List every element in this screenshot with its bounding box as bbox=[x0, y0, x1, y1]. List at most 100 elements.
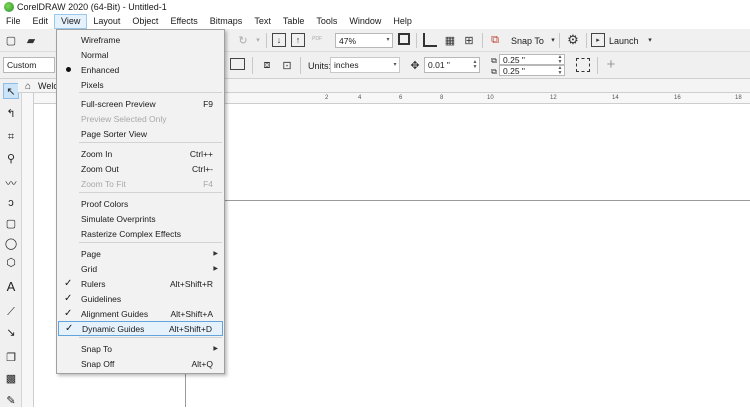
duplicate-distance-x-field[interactable]: 0.25 " ▲ ▼ bbox=[499, 54, 565, 65]
menu-effects[interactable]: Effects bbox=[164, 14, 203, 29]
menu-table[interactable]: Table bbox=[277, 14, 311, 29]
launch-dropdown-icon[interactable]: ▾ bbox=[643, 33, 657, 47]
artistic-media-tool-icon[interactable]: ↄ bbox=[3, 195, 19, 211]
menu-item-shortcut: Alt+Shift+D bbox=[169, 323, 212, 334]
units-value: inches bbox=[334, 60, 359, 70]
menu-item-shortcut: F4 bbox=[203, 178, 213, 189]
add-page-plus-icon[interactable]: + bbox=[604, 56, 618, 73]
nudge-spinner-icon[interactable]: ▲ ▼ bbox=[471, 58, 479, 72]
view-menu-item-zoom-to-fit[interactable]: Zoom To Fit F4 bbox=[58, 176, 223, 191]
view-menu-item-pixels[interactable]: Pixels bbox=[58, 77, 223, 92]
ellipse-tool-icon[interactable]: ◯ bbox=[3, 235, 19, 251]
menu-view[interactable]: View bbox=[54, 14, 88, 29]
submenu-arrow-icon: ▶ bbox=[213, 251, 218, 257]
menu-item-label: Dynamic Guides bbox=[82, 323, 145, 334]
crop-tool-icon[interactable]: ⌗ bbox=[3, 129, 19, 145]
units-dropdown-icon[interactable]: ▾ bbox=[391, 58, 399, 72]
home-icon[interactable]: ⌂ bbox=[21, 79, 35, 93]
parallel-dimension-tool-icon[interactable]: ⟋ bbox=[3, 304, 19, 320]
menu-tools[interactable]: Tools bbox=[310, 14, 343, 29]
view-menu-item-proof-colors[interactable]: Proof Colors bbox=[58, 196, 223, 211]
units-select[interactable]: inches ▾ bbox=[330, 57, 400, 73]
ruler-tick-label: 18 bbox=[735, 95, 742, 101]
new-document-icon[interactable]: ▢ bbox=[4, 33, 18, 47]
menu-item-label: Normal bbox=[81, 49, 109, 60]
publish-pdf-icon[interactable]: PDF bbox=[310, 32, 324, 46]
launch-label[interactable]: Launch bbox=[609, 36, 639, 46]
menu-bitmaps[interactable]: Bitmaps bbox=[204, 14, 249, 29]
show-grid-icon[interactable]: ▦ bbox=[443, 33, 457, 47]
view-menu-item-preview-selected-only[interactable]: Preview Selected Only bbox=[58, 111, 223, 126]
drop-shadow-tool-icon[interactable]: ❐ bbox=[3, 349, 19, 365]
eyedropper-tool-icon[interactable]: ✎ bbox=[3, 392, 19, 408]
redo-icon[interactable]: ↻ bbox=[236, 33, 250, 47]
view-menu-item-dynamic-guides[interactable]: ✓ Dynamic Guides Alt+Shift+D bbox=[58, 321, 223, 336]
duplicate-distance-y-field[interactable]: 0.25 " ▲ ▼ bbox=[499, 65, 565, 76]
menu-separator bbox=[79, 142, 222, 143]
view-menu-item-wireframe[interactable]: Wireframe bbox=[58, 32, 223, 47]
nudge-distance-field[interactable]: 0.01 " ▲ ▼ bbox=[424, 57, 480, 73]
view-menu-item-guidelines[interactable]: ✓ Guidelines bbox=[58, 291, 223, 306]
view-menu-item-rulers[interactable]: ✓ Rulers Alt+Shift+R bbox=[58, 276, 223, 291]
transparency-tool-icon[interactable]: ▩ bbox=[3, 370, 19, 386]
duplicate-x-spinner-icon[interactable]: ▲ ▼ bbox=[556, 54, 564, 64]
view-menu-item-rasterize-complex-effects[interactable]: Rasterize Complex Effects bbox=[58, 226, 223, 241]
snap-to-icon[interactable]: ⧉ bbox=[488, 33, 502, 47]
vertical-ruler[interactable] bbox=[22, 93, 34, 407]
rectangle-tool-icon[interactable]: ▢ bbox=[3, 215, 19, 231]
view-menu-item-zoom-out[interactable]: Zoom Out Ctrl+- bbox=[58, 161, 223, 176]
view-menu-item-snap-off[interactable]: Snap Off Alt+Q bbox=[58, 356, 223, 371]
menu-file[interactable]: File bbox=[0, 14, 27, 29]
menu-help[interactable]: Help bbox=[387, 14, 418, 29]
all-pages-icon[interactable]: ⧈ bbox=[260, 58, 274, 72]
menu-item-label: Full-screen Preview bbox=[81, 98, 156, 109]
view-menu-item-enhanced[interactable]: Enhanced bbox=[58, 62, 223, 77]
view-menu-item-alignment-guides[interactable]: ✓ Alignment Guides Alt+Shift+A bbox=[58, 306, 223, 321]
menu-text[interactable]: Text bbox=[248, 14, 277, 29]
settings-gear-icon[interactable]: ⚙ bbox=[566, 32, 580, 47]
welcome-tab[interactable]: Welc bbox=[38, 81, 58, 91]
view-menu-dropdown: Wireframe Normal Enhanced Pixels Full-screen… bbox=[56, 29, 225, 374]
page-preset-select[interactable]: Custom bbox=[3, 57, 55, 73]
view-menu-item-grid[interactable]: Grid ▶ bbox=[58, 261, 223, 276]
zoom-fit-icon[interactable] bbox=[398, 33, 410, 45]
open-folder-icon[interactable]: ▰ bbox=[24, 33, 38, 47]
show-rulers-icon[interactable] bbox=[423, 33, 437, 47]
current-page-icon[interactable]: ⊡ bbox=[280, 58, 294, 72]
checkmark-icon: ✓ bbox=[64, 293, 73, 304]
freehand-tool-icon[interactable]: 〰 bbox=[3, 175, 19, 191]
show-guidelines-icon[interactable]: ⊞ bbox=[462, 33, 476, 47]
view-menu-item-simulate-overprints[interactable]: Simulate Overprints bbox=[58, 211, 223, 226]
menu-window[interactable]: Window bbox=[343, 14, 387, 29]
menu-item-label: Guidelines bbox=[81, 293, 122, 304]
view-menu-item-normal[interactable]: Normal bbox=[58, 47, 223, 62]
view-menu-item-page[interactable]: Page ▶ bbox=[58, 246, 223, 261]
menu-edit[interactable]: Edit bbox=[27, 14, 55, 29]
duplicate-y-spinner-icon[interactable]: ▲ ▼ bbox=[556, 65, 564, 75]
snap-to-dropdown-icon[interactable]: ▾ bbox=[546, 33, 560, 47]
polygon-tool-icon[interactable]: ⬡ bbox=[3, 254, 19, 270]
menu-layout[interactable]: Layout bbox=[87, 14, 126, 29]
zoom-level-field[interactable]: 47% ▾ bbox=[335, 33, 393, 48]
text-tool-icon[interactable]: A bbox=[3, 278, 19, 294]
launch-icon[interactable]: ▸ bbox=[591, 33, 605, 47]
redo-dropdown-icon[interactable]: ▾ bbox=[251, 33, 265, 47]
shape-tool-icon[interactable]: ↰ bbox=[3, 105, 19, 121]
view-menu-item-zoom-in[interactable]: Zoom In Ctrl++ bbox=[58, 146, 223, 161]
edit-bleed-icon[interactable] bbox=[576, 58, 590, 72]
menu-object[interactable]: Object bbox=[126, 14, 164, 29]
ruler-tick-label: 6 bbox=[399, 95, 403, 101]
connector-tool-icon[interactable]: ↘ bbox=[3, 324, 19, 340]
landscape-page-icon[interactable] bbox=[230, 58, 245, 70]
zoom-tool-icon[interactable]: ⚲ bbox=[3, 150, 19, 166]
import-icon[interactable]: ↓ bbox=[272, 33, 286, 47]
snap-to-label[interactable]: Snap To bbox=[511, 36, 544, 46]
view-menu-item-snap-to[interactable]: Snap To ▶ bbox=[58, 341, 223, 356]
zoom-dropdown-icon[interactable]: ▾ bbox=[384, 34, 392, 47]
menu-item-label: Pixels bbox=[81, 79, 104, 90]
view-menu-item-full-screen-preview[interactable]: Full-screen Preview F9 bbox=[58, 96, 223, 111]
export-icon[interactable]: ↑ bbox=[291, 33, 305, 47]
view-menu-item-page-sorter-view[interactable]: Page Sorter View bbox=[58, 126, 223, 141]
duplicate-x-value: 0.25 " bbox=[503, 54, 525, 65]
pick-tool-icon[interactable]: ↖ bbox=[3, 83, 19, 99]
